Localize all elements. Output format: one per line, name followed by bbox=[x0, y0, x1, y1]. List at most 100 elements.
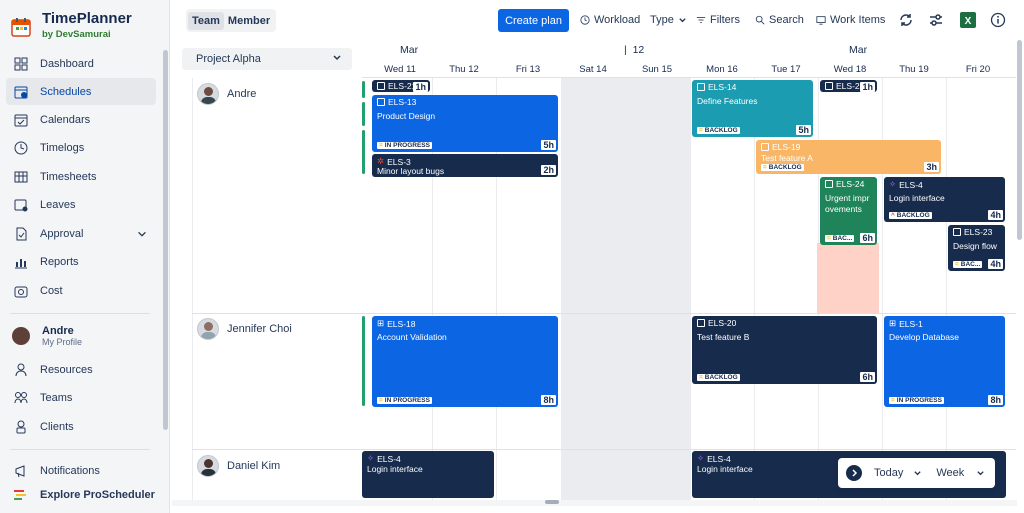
task-type-icon bbox=[377, 82, 385, 90]
day-header: Thu 12 bbox=[449, 64, 479, 75]
task-card[interactable]: ✧ ELS-4 Login interface bbox=[362, 451, 494, 498]
type-dropdown[interactable]: Type bbox=[650, 14, 687, 26]
resource-row-daniel-kim[interactable]: Daniel Kim bbox=[197, 455, 280, 477]
sidebar-item-label: Notifications bbox=[40, 464, 100, 477]
task-card[interactable]: ELS-14 Define Features = BACKLOG 5h bbox=[692, 80, 813, 137]
task-hours: 5h bbox=[541, 140, 556, 150]
sidebar-item-label: Timesheets bbox=[40, 170, 97, 183]
project-select[interactable]: Project Alpha bbox=[182, 48, 352, 70]
project-select-value: Project Alpha bbox=[196, 53, 261, 65]
sidebar-item-teams[interactable]: Teams bbox=[6, 384, 156, 411]
team-toggle-button[interactable]: Team bbox=[188, 11, 224, 30]
member-toggle-button[interactable]: Member bbox=[224, 12, 274, 30]
workload-button[interactable]: Workload bbox=[580, 14, 640, 26]
refresh-icon[interactable] bbox=[898, 12, 914, 28]
search-button[interactable]: Search bbox=[755, 14, 804, 26]
task-key-text: ELS-20 bbox=[708, 318, 737, 328]
period-select[interactable]: Week bbox=[936, 467, 964, 479]
sidebar-item-schedules[interactable]: Schedules bbox=[6, 78, 156, 105]
resource-name: Daniel Kim bbox=[227, 460, 281, 472]
task-card[interactable]: ELS-13 Product Design = IN PROGRESS 5h bbox=[372, 95, 558, 152]
task-card[interactable]: ELS-20 Test feature B = BACKLOG 6h bbox=[692, 316, 877, 384]
task-key: ✧ ELS-4 bbox=[889, 179, 923, 190]
vertical-scrollbar[interactable] bbox=[1017, 40, 1022, 240]
excel-export-icon[interactable]: X bbox=[959, 11, 977, 29]
task-hours: 6h bbox=[860, 233, 875, 243]
proscheduler-logo-icon bbox=[14, 490, 26, 500]
task-key-text: ELS-21 bbox=[388, 81, 417, 91]
status-badge: = BAC... bbox=[953, 261, 983, 268]
sidebar-item-cost[interactable]: Cost bbox=[6, 277, 156, 304]
capacity-marker bbox=[362, 316, 365, 406]
task-title: Product Design bbox=[377, 111, 436, 121]
profile-link[interactable]: Andre My Profile bbox=[12, 325, 82, 347]
epic-icon: ✧ bbox=[889, 179, 897, 189]
task-hours: 4h bbox=[988, 210, 1003, 220]
filters-button[interactable]: Filters bbox=[696, 14, 740, 26]
task-key-text: ELS-18 bbox=[387, 318, 416, 329]
brand-subtitle: by DevSamurai bbox=[42, 29, 111, 40]
task-card[interactable]: ELS-24 Urgent impr ovements = BAC... 6h bbox=[820, 177, 877, 245]
task-card[interactable]: ELS-23 Design flow = BAC... 4h bbox=[948, 225, 1005, 271]
horizontal-scrollbar[interactable] bbox=[172, 500, 1017, 506]
task-card[interactable]: ✲ ELS-3 Minor layout bugs 2h bbox=[372, 154, 558, 177]
task-hours: 3h bbox=[924, 162, 939, 172]
task-key: ELS-21 bbox=[825, 81, 864, 91]
explore-proscheduler-link[interactable]: Explore ProScheduler bbox=[12, 488, 155, 502]
next-period-button[interactable] bbox=[846, 465, 862, 481]
brand[interactable]: TimePlanner by DevSamurai bbox=[10, 10, 132, 40]
work-items-button[interactable]: Work Items bbox=[816, 14, 885, 26]
task-key-text: ELS-1 bbox=[899, 318, 923, 329]
document-icon bbox=[16, 227, 27, 240]
chevron-down-icon bbox=[138, 231, 146, 237]
sidebar-item-reports[interactable]: Reports bbox=[6, 248, 156, 275]
settings-sliders-icon[interactable] bbox=[928, 12, 944, 28]
chevron-down-icon[interactable] bbox=[913, 469, 922, 478]
chevron-down-icon[interactable] bbox=[976, 469, 985, 478]
sidebar-item-timelogs[interactable]: Timelogs bbox=[6, 134, 156, 161]
task-card[interactable]: ⊞ ELS-1 Develop Database = IN PROGRESS 8h bbox=[884, 316, 1005, 407]
column-divider bbox=[754, 78, 755, 500]
task-type-icon bbox=[825, 82, 833, 90]
sidebar-item-label: Clients bbox=[40, 420, 74, 433]
sidebar-item-calendars[interactable]: Calendars bbox=[6, 106, 156, 133]
task-card[interactable]: ELS-19 Test feature A = BACKLOG 3h bbox=[756, 140, 941, 174]
capacity-marker bbox=[362, 130, 365, 174]
sidebar-scrollbar[interactable] bbox=[163, 50, 168, 430]
sidebar-item-approval[interactable]: Approval bbox=[6, 220, 156, 247]
info-icon[interactable] bbox=[990, 12, 1006, 28]
scroll-handle[interactable] bbox=[545, 500, 559, 504]
resource-row-jennifer-choi[interactable]: Jennifer Choi bbox=[197, 318, 292, 340]
clock-icon bbox=[580, 15, 590, 25]
today-button[interactable]: Today bbox=[874, 467, 903, 479]
task-key: ELS-21 bbox=[377, 81, 416, 91]
task-title: Test feature B bbox=[697, 332, 750, 342]
resource-row-andre[interactable]: Andre bbox=[197, 83, 256, 105]
status-text: IN PROGRESS bbox=[384, 142, 430, 149]
task-card[interactable]: ✧ ELS-4 Login interface ^ BACKLOG 4h bbox=[884, 177, 1005, 222]
sidebar-item-notifications[interactable]: Notifications bbox=[6, 457, 156, 484]
sidebar-item-dashboard[interactable]: Dashboard bbox=[6, 50, 156, 77]
day-header: Fri 13 bbox=[515, 64, 541, 75]
avatar bbox=[197, 318, 219, 340]
task-card[interactable]: ⊞ ELS-18 Account Validation = IN PROGRESS … bbox=[372, 316, 558, 407]
sidebar-item-clients[interactable]: Clients bbox=[6, 413, 156, 440]
filter-icon bbox=[696, 17, 706, 23]
sidebar-item-resources[interactable]: Resources bbox=[6, 356, 156, 383]
task-key: ELS-14 bbox=[697, 82, 736, 92]
task-type-icon bbox=[825, 180, 833, 188]
sidebar-item-timesheets[interactable]: Timesheets bbox=[6, 163, 156, 190]
day-header: Sun 15 bbox=[641, 64, 673, 75]
create-plan-button[interactable]: Create plan bbox=[498, 9, 569, 32]
monitor-icon bbox=[816, 16, 826, 25]
task-title: Define Features bbox=[697, 96, 758, 106]
clock-icon bbox=[14, 141, 28, 154]
task-key-text: ELS-4 bbox=[707, 453, 731, 464]
sidebar-item-leaves[interactable]: Leaves bbox=[6, 191, 156, 218]
task-card[interactable]: ELS-21 1h bbox=[372, 80, 430, 92]
task-card[interactable]: ELS-21 1h bbox=[820, 80, 877, 92]
task-hours: 4h bbox=[988, 259, 1003, 269]
filters-label: Filters bbox=[710, 14, 740, 26]
column-divider bbox=[690, 78, 691, 500]
sidebar-item-label: Teams bbox=[40, 391, 73, 404]
